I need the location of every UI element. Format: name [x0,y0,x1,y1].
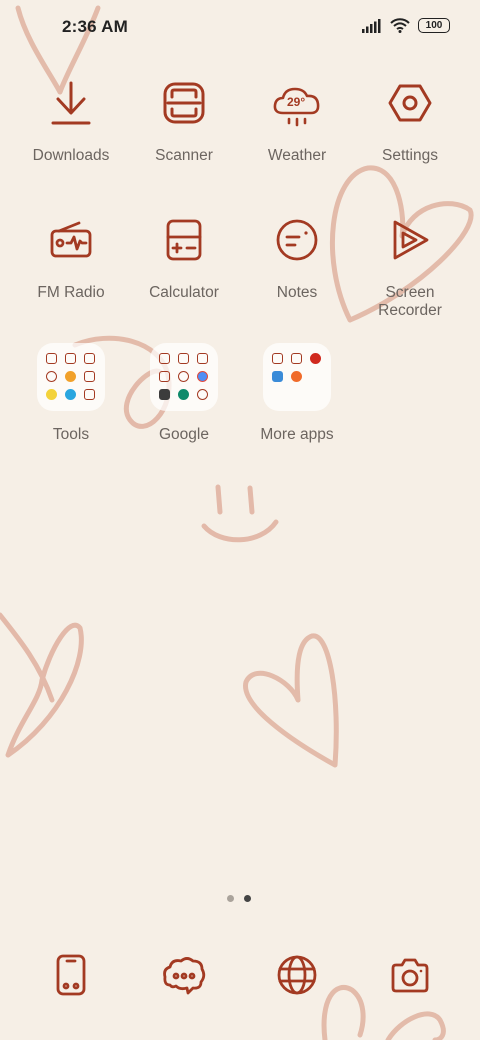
app-label: Scanner [155,147,213,164]
messages-icon [163,957,206,995]
app-downloads[interactable]: Downloads [15,75,127,165]
app-scanner[interactable]: Scanner [128,75,240,165]
scanner-icon [156,75,212,131]
mini-app-icon [159,353,170,364]
status-bar: 2:36 AM 100 [0,0,480,56]
weather-temperature: 29° [287,95,306,109]
signal-icon [362,18,381,33]
mini-app-icon [46,371,57,382]
camera-icon [391,958,429,993]
app-settings[interactable]: Settings [354,75,466,165]
mini-app-icon [65,389,76,400]
home-screen: 2:36 AM 100 Downloads Scanner 29° Weathe… [0,0,480,1040]
folder-label: Tools [52,426,90,443]
app-label: Settings [381,147,438,164]
mini-app-icon [84,371,95,382]
battery-level: 100 [425,19,443,31]
dock [0,945,480,1005]
mini-app-icon [46,389,57,400]
folder-google[interactable]: Google [128,343,240,444]
mini-app-icon [291,353,302,364]
folder-tools-preview [37,343,105,411]
page-dot[interactable] [227,895,234,902]
mini-app-icon [197,371,208,382]
folder-label: Google [159,426,209,443]
folder-more-apps[interactable]: More apps [241,343,353,444]
mini-app-icon [84,389,95,400]
page-indicator [227,895,251,902]
app-screen-recorder[interactable]: Screen Recorder [354,212,466,320]
app-label: Downloads [32,147,110,164]
calculator-icon [156,212,212,268]
status-icons: 100 [362,18,450,33]
folder-tools[interactable]: Tools [15,343,127,444]
dock-phone[interactable] [41,945,101,1005]
dock-camera[interactable] [380,945,440,1005]
weather-icon: 29° [269,75,325,131]
download-icon [43,75,99,131]
status-time: 2:36 AM [62,17,128,36]
folder-label: More apps [260,426,334,443]
notes-icon [269,212,325,268]
app-notes[interactable]: Notes [241,212,353,302]
app-label: Calculator [149,284,219,301]
mini-app-icon [272,371,283,382]
battery-icon: 100 [418,18,450,33]
app-label: Weather [267,147,327,164]
mini-app-icon [65,353,76,364]
dock-messages[interactable] [154,945,214,1005]
mini-app-icon [159,371,170,382]
browser-icon [277,955,317,995]
app-calculator[interactable]: Calculator [128,212,240,302]
folder-more-apps-preview [263,343,331,411]
mini-app-icon [197,353,208,364]
mini-app-icon [178,389,189,400]
app-fm-radio[interactable]: FM Radio [15,212,127,302]
phone-icon [56,954,86,996]
gear-icon [382,75,438,131]
app-label: Notes [276,284,318,301]
app-label: FM Radio [37,284,105,301]
radio-icon [43,212,99,268]
mini-app-icon [178,371,189,382]
mini-app-icon [272,353,283,364]
mini-app-icon [178,353,189,364]
page-dot-active[interactable] [244,895,251,902]
mini-app-icon [159,389,170,400]
mini-app-icon [46,353,57,364]
mini-app-icon [291,371,302,382]
app-weather[interactable]: 29° Weather [241,75,353,165]
mini-app-icon [197,389,208,400]
mini-app-icon [84,353,95,364]
mini-app-icon [310,353,321,364]
folder-google-preview [150,343,218,411]
app-label: Screen Recorder [378,284,442,319]
mini-app-icon [65,371,76,382]
screen-recorder-icon [382,212,438,268]
wifi-icon [390,18,410,33]
dock-browser[interactable] [267,945,327,1005]
